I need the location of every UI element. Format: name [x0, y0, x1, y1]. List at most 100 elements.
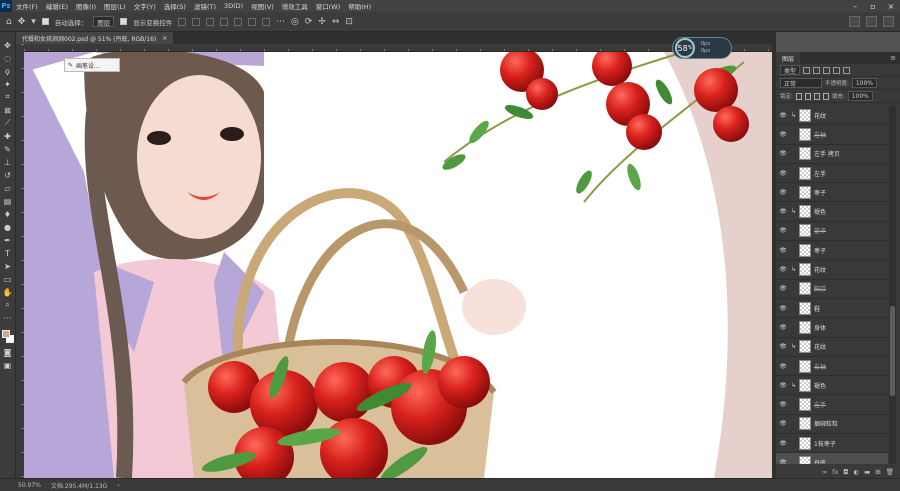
layer-name[interactable]: 枣子: [814, 188, 826, 197]
eye-icon[interactable]: 👁: [778, 131, 788, 138]
healing-icon[interactable]: ✚: [2, 131, 14, 141]
layer-row[interactable]: 👁 丹底: [776, 453, 888, 464]
color-swatches[interactable]: [1, 330, 14, 344]
layer-row[interactable]: 👁 身体: [776, 318, 888, 338]
chevron-down-icon[interactable]: ▾: [31, 17, 36, 27]
layer-name[interactable]: 花纹: [814, 265, 826, 274]
layer-name[interactable]: 篮子: [814, 226, 826, 235]
home-icon[interactable]: ⌂: [6, 17, 12, 27]
menu-select[interactable]: 选择(S): [160, 1, 190, 11]
menu-view[interactable]: 视图(V): [247, 1, 278, 11]
move-icon[interactable]: ✥: [2, 40, 14, 50]
add-mask-icon[interactable]: ◘: [843, 468, 848, 476]
layer-row[interactable]: 👁 ↳ 花纹: [776, 106, 888, 126]
magic-wand-icon[interactable]: ✦: [2, 79, 14, 89]
quick-mask-icon[interactable]: ◙: [2, 347, 14, 357]
layer-thumbnail[interactable]: [799, 320, 811, 334]
layer-thumbnail[interactable]: [799, 185, 811, 199]
rotate-3d-icon[interactable]: ⟳: [305, 17, 313, 27]
menu-filter[interactable]: 滤镜(T): [190, 1, 220, 11]
pen-icon[interactable]: ✒: [2, 235, 14, 245]
layer-row[interactable]: 👁 ↳ 褪色: [776, 202, 888, 222]
menu-file[interactable]: 文件(F): [12, 1, 42, 11]
lock-pixels-icon[interactable]: [795, 92, 802, 100]
layer-name[interactable]: 鞋: [814, 304, 820, 313]
filter-adjust-icon[interactable]: [813, 66, 821, 74]
layer-row[interactable]: 👁 左袖: [776, 125, 888, 145]
layer-thumbnail[interactable]: [799, 455, 811, 464]
layer-thumbnail[interactable]: [799, 398, 811, 412]
layer-thumbnail[interactable]: [799, 243, 811, 257]
minimize-icon[interactable]: –: [846, 2, 864, 11]
eraser-icon[interactable]: ▱: [2, 183, 14, 193]
distribute-icon[interactable]: [262, 17, 271, 26]
menu-window[interactable]: 窗口(W): [312, 1, 345, 11]
search-icon[interactable]: [849, 16, 860, 27]
layer-row[interactable]: 👁 枣子: [776, 183, 888, 203]
layer-row[interactable]: 👁 1枝枣子: [776, 434, 888, 454]
horizontal-ruler[interactable]: [24, 44, 772, 52]
align-left-icon[interactable]: [178, 17, 187, 26]
fill-input[interactable]: 100%: [847, 91, 873, 101]
eye-icon[interactable]: 👁: [778, 401, 788, 408]
eye-icon[interactable]: 👁: [778, 189, 788, 196]
lock-paint-icon[interactable]: [804, 92, 811, 100]
layer-name[interactable]: 褪色: [814, 207, 826, 216]
filter-smart-icon[interactable]: [843, 66, 851, 74]
eye-icon[interactable]: 👁: [778, 305, 788, 312]
layer-row[interactable]: 👁 脑袋: [776, 280, 888, 299]
layer-thumbnail[interactable]: [799, 378, 811, 392]
layer-name[interactable]: 花纹: [814, 342, 826, 351]
align-right-icon[interactable]: [206, 17, 215, 26]
layer-row[interactable]: 👁 捆绑粒粒: [776, 415, 888, 435]
menu-help[interactable]: 帮助(H): [344, 1, 375, 11]
status-arrow-icon[interactable]: ›: [117, 482, 119, 489]
share-icon[interactable]: [883, 16, 894, 27]
layers-scrollbar[interactable]: [889, 106, 896, 464]
layer-row[interactable]: 👁 左手: [776, 164, 888, 184]
transform-controls-checkbox[interactable]: [120, 18, 128, 25]
layer-thumbnail[interactable]: [799, 340, 811, 354]
lasso-icon[interactable]: ϙ: [2, 66, 14, 76]
auto-select-checkbox[interactable]: [41, 18, 49, 25]
layer-thumbnail[interactable]: [799, 417, 811, 431]
foreground-color-swatch[interactable]: [1, 330, 10, 338]
eye-icon[interactable]: 👁: [778, 363, 788, 370]
layer-thumbnail[interactable]: [799, 282, 811, 296]
menu-type[interactable]: 文字(Y): [130, 1, 160, 11]
filter-shape-icon[interactable]: [833, 66, 841, 74]
layer-row[interactable]: 👁 鞋: [776, 299, 888, 319]
layer-name[interactable]: 丹底: [814, 458, 826, 464]
menu-plugins[interactable]: 增效工具: [278, 1, 312, 11]
layer-row[interactable]: 👁 枣子: [776, 241, 888, 261]
layer-row[interactable]: 👁 ↳ 褪色: [776, 376, 888, 396]
align-center-icon[interactable]: [192, 17, 201, 26]
status-zoom[interactable]: 50.97%: [18, 482, 41, 489]
maximize-icon[interactable]: ▫: [864, 2, 882, 11]
new-group-icon[interactable]: ▬: [864, 468, 870, 476]
vertical-ruler[interactable]: [16, 44, 24, 478]
layer-thumbnail[interactable]: [799, 205, 811, 219]
layer-name[interactable]: 左手 拷贝: [814, 149, 840, 158]
link-layers-icon[interactable]: ∞: [822, 468, 827, 476]
zoom-icon[interactable]: ⌕: [2, 300, 14, 310]
brush-settings-tooltip[interactable]: ✎ 画笔设...: [64, 58, 120, 72]
shape-icon[interactable]: ▭: [2, 274, 14, 284]
history-brush-icon[interactable]: ↺: [2, 170, 14, 180]
screen-mode-icon[interactable]: ▣: [2, 360, 14, 370]
layer-name[interactable]: 身体: [814, 323, 826, 332]
layers-scrollbar-thumb[interactable]: [890, 306, 895, 396]
blur-icon[interactable]: ♦: [2, 209, 14, 219]
eye-icon[interactable]: 👁: [778, 208, 788, 215]
menu-layer[interactable]: 图层(L): [100, 1, 130, 11]
layer-thumbnail[interactable]: [799, 224, 811, 238]
align-middle-icon[interactable]: [234, 17, 243, 26]
workspace-icon[interactable]: [866, 16, 877, 27]
opacity-input[interactable]: 100%: [851, 78, 878, 88]
blend-mode-dropdown[interactable]: 正常: [780, 78, 822, 88]
hand-icon[interactable]: ✋: [2, 287, 14, 297]
path-select-icon[interactable]: ➤: [2, 261, 14, 271]
eye-icon[interactable]: 👁: [778, 285, 788, 292]
menu-image[interactable]: 图像(I): [72, 1, 100, 11]
3d-mode-icon[interactable]: ◎: [291, 17, 299, 27]
